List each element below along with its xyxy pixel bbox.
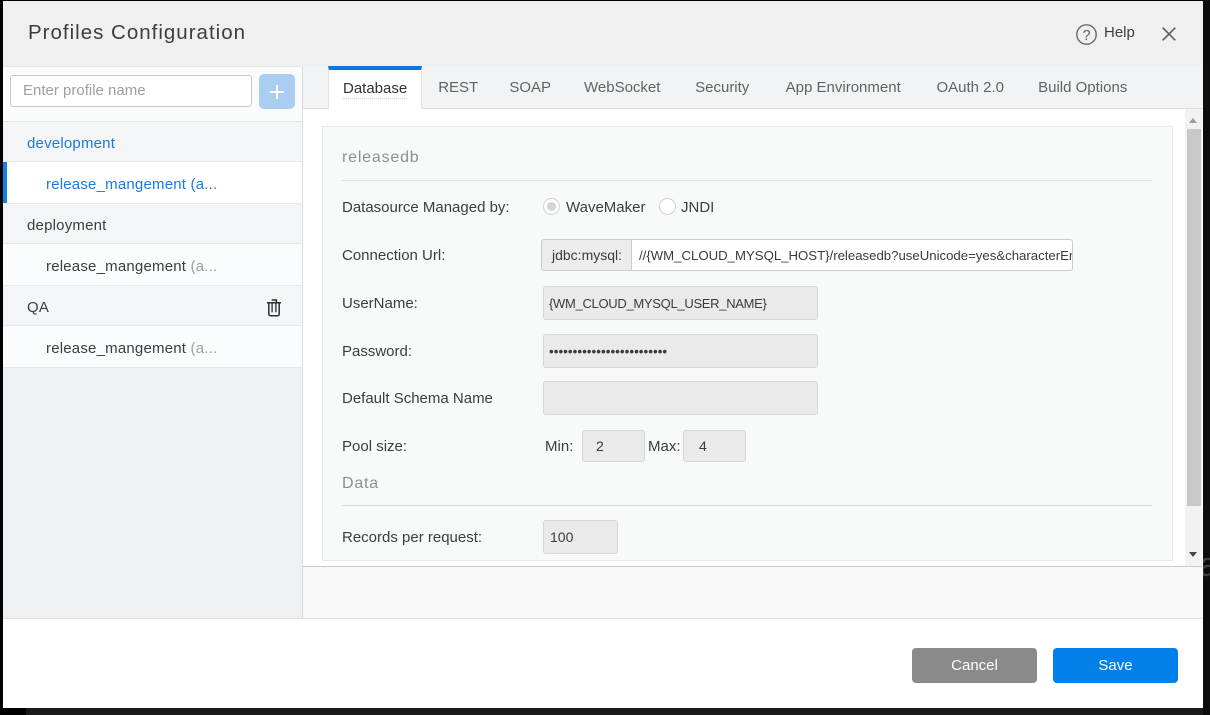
svg-text:?: ?	[1082, 28, 1090, 44]
